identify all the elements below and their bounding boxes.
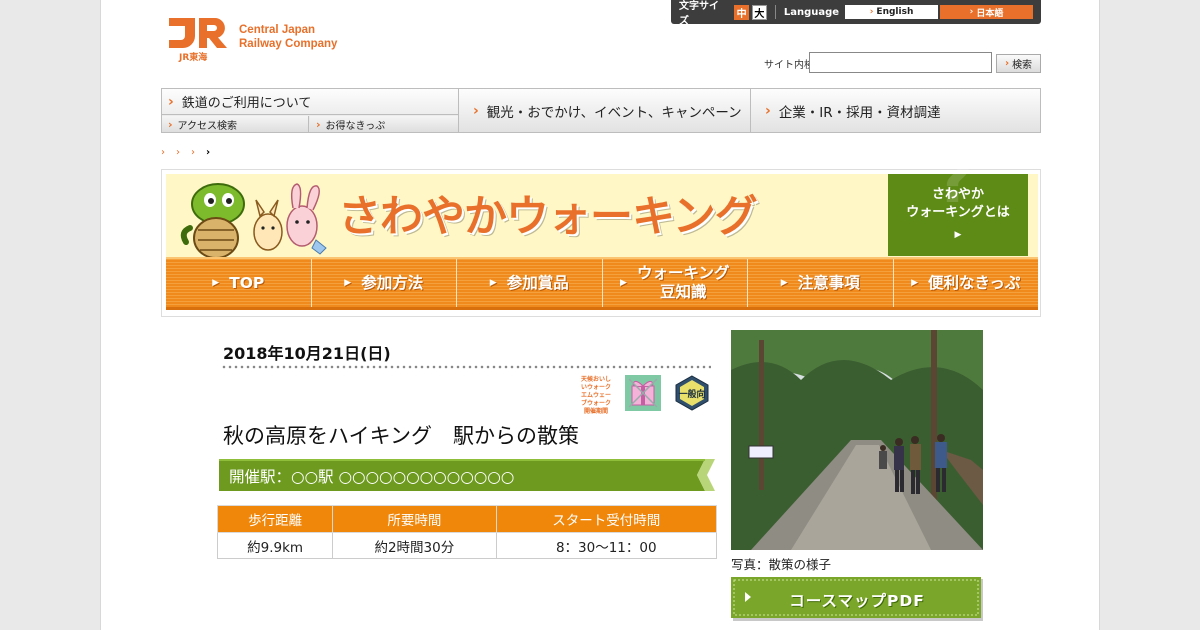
question-mark-icon: ? <box>936 144 974 218</box>
play-arrow-icon: ▶ <box>954 230 962 240</box>
nav-rail-label: 鉄道のご利用について <box>181 96 312 111</box>
utility-bar: 文字サイズ 中 大 Language › English › 日本語 <box>671 0 1041 27</box>
what-is-walking-button[interactable]: ? さわやか ウォーキングとは ▶ <box>888 144 1028 256</box>
walking-banner: さわやかウォーキング ? さわやか ウォーキングとは ▶ ▶ TOP ▶ 参加方法 … <box>161 144 1041 317</box>
logo-wordmark: Central Japan Railway Company <box>239 23 337 51</box>
subnav-notes[interactable]: ▶ 注意事項 <box>748 259 894 307</box>
arrow-icon: › <box>168 93 174 110</box>
play-arrow-icon: ▶ <box>620 277 627 288</box>
nav-access-search[interactable]: › アクセス検索 <box>162 116 309 132</box>
mascot-characters-icon <box>180 183 327 259</box>
table-cell: 約9.9km <box>216 532 334 559</box>
general-badge-icon: 一般向 <box>675 375 709 411</box>
subnav-top[interactable]: ▶ TOP <box>166 259 312 307</box>
banner-title: さわやかウォーキング <box>338 192 758 242</box>
nav-corporate-label: 企業・IR・採用・資材調達 <box>778 104 941 121</box>
event-info-table: 歩行距離 所要時間 スタート受付時間 約9.9km 約2時間30分 8：30～1… <box>216 505 718 559</box>
subnav-tickets[interactable]: ▶ 便利なきっぷ <box>894 259 1039 307</box>
global-nav: › 鉄道のご利用について › アクセス検索 › お得なきっぷ › 観光・おでかけ… <box>161 88 1041 133</box>
event-title: 秋の高原をハイキング 駅からの散策 <box>223 424 579 448</box>
lang-english-label: English <box>876 7 914 17</box>
language-japanese-button[interactable]: › 日本語 <box>940 5 1033 19</box>
table-row: 約9.9km 約2時間30分 8：30～11：00 <box>216 532 718 559</box>
nav-discount-tickets[interactable]: › お得なきっぷ <box>310 116 458 132</box>
subnav-notes-label: 注意事項 <box>797 273 860 292</box>
walking-subnav: ▶ TOP ▶ 参加方法 ▶ 参加賞品 ▶ ウォーキング 豆知識 ▶ 注意事項 ▶ 便利なき… <box>166 257 1038 310</box>
text-size-medium-button[interactable]: 中 <box>734 4 749 20</box>
jr-logo-icon: JR東海 <box>169 18 227 62</box>
arrow-icon: › <box>316 117 321 131</box>
table-cell: 約2時間30分 <box>332 532 497 559</box>
language-label: Language <box>783 6 840 18</box>
subnav-top-label: TOP <box>229 273 265 292</box>
nav-access-label: アクセス検索 <box>177 120 238 132</box>
arrow-icon: › <box>869 7 874 17</box>
subnav-prizes-label: 参加賞品 <box>506 273 569 292</box>
play-arrow-icon: ▶ <box>344 277 352 288</box>
table-header: スタート受付時間 <box>495 505 718 533</box>
pdf-button-label: コースマップPDF <box>789 592 925 610</box>
table-cell: 8：30～11：00 <box>495 532 718 559</box>
text-size-large-button[interactable]: 大 <box>751 4 767 20</box>
subnav-prizes[interactable]: ▶ 参加賞品 <box>457 259 603 307</box>
nav-tourism-label: 観光・おでかけ、イベント、キャンペーン <box>486 104 742 121</box>
nav-tourism[interactable]: › 観光・おでかけ、イベント、キャンペーン <box>458 89 750 132</box>
lang-japanese-label: 日本語 <box>976 8 1004 19</box>
banner-header: さわやかウォーキング ? さわやか ウォーキングとは ▶ <box>166 144 1038 259</box>
subnav-join-label: 参加方法 <box>361 273 424 292</box>
nav-rail-usage[interactable]: › 鉄道のご利用について <box>162 89 458 115</box>
search-button[interactable]: 検索 <box>996 54 1041 73</box>
table-header: 歩行距離 <box>216 505 334 533</box>
nav-tickets-label: お得なきっぷ <box>325 120 386 132</box>
subnav-how-to-join[interactable]: ▶ 参加方法 <box>312 259 457 307</box>
breadcrumb: ›››› <box>161 147 222 158</box>
divider <box>774 5 776 19</box>
event-badge: 天候おいしいウォーク エムウェーブウォーク 開催期間 <box>580 376 611 415</box>
play-arrow-icon: ▶ <box>780 277 788 288</box>
play-arrow-icon: ▶ <box>489 277 497 288</box>
table-header: 所要時間 <box>332 505 497 533</box>
subnav-tips-label: ウォーキング 豆知識 <box>636 264 730 301</box>
dotted-divider <box>221 365 711 369</box>
arrow-icon: › <box>473 102 479 119</box>
photo-caption: 写真：散策の様子 <box>731 557 832 572</box>
arrow-icon: › <box>969 7 974 17</box>
svg-text:JR東海: JR東海 <box>178 51 207 62</box>
jr-central-logo[interactable]: JR東海 Central Japan Railway Company <box>165 16 365 64</box>
nav-rail-group: › 鉄道のご利用について › アクセス検索 › お得なきっぷ <box>162 89 458 132</box>
page: JR東海 Central Japan Railway Company 文字サイズ… <box>100 0 1100 630</box>
subnav-tickets-label: 便利なきっぷ <box>928 273 1021 292</box>
logo-line2: Railway Company <box>239 38 338 50</box>
svg-text:一般向: 一般向 <box>678 388 705 400</box>
nav-corporate[interactable]: › 企業・IR・採用・資材調達 <box>750 89 1040 132</box>
search-input[interactable] <box>809 52 992 73</box>
logo-line1: Central Japan <box>239 24 316 36</box>
event-date: 2018年10月21日(日) <box>223 344 391 363</box>
subnav-walking-tips[interactable]: ▶ ウォーキング 豆知識 <box>603 259 748 307</box>
course-photo <box>731 330 983 550</box>
language-english-button[interactable]: › English <box>845 5 939 19</box>
arrow-icon: › <box>765 102 771 119</box>
station-info: 開催駅：○○駅 ○○○○○○○○○○○○○ <box>229 468 515 486</box>
gift-icon <box>625 375 661 411</box>
play-arrow-icon: ▶ <box>911 277 919 288</box>
table-header-row: 歩行距離 所要時間 スタート受付時間 <box>216 505 718 533</box>
arrow-icon: › <box>168 117 173 131</box>
play-arrow-icon: ▶ <box>212 277 220 288</box>
text-size-label: 文字サイズ <box>679 1 719 27</box>
